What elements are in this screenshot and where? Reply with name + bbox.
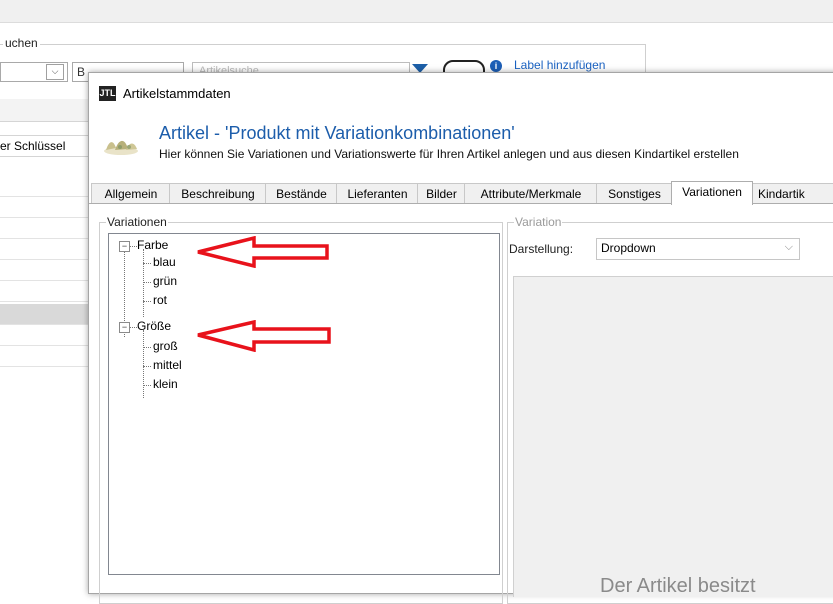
table-row[interactable] xyxy=(0,218,92,239)
add-label-link[interactable]: Label hinzufügen xyxy=(514,58,605,72)
darstellung-label: Darstellung: xyxy=(509,242,574,256)
column-header[interactable]: er Schlüssel xyxy=(0,135,92,157)
background-toolbar xyxy=(0,0,833,22)
dialog-title: Artikelstammdaten xyxy=(123,86,231,101)
search-mode-value: B xyxy=(77,65,86,79)
table-row[interactable] xyxy=(0,346,92,367)
tree-connector xyxy=(129,246,137,247)
tree-leaf-gruen[interactable]: grün xyxy=(153,274,177,288)
jtl-logo-icon: JTL xyxy=(99,86,116,101)
page-title: Artikel - 'Produkt mit Variationkombinat… xyxy=(159,123,515,143)
preview-message: Der Artikel besitzt xyxy=(600,575,756,597)
tab-sonstiges[interactable]: Sonstiges xyxy=(596,183,673,204)
tree-connector xyxy=(129,327,137,328)
dialog-header: Artikel - 'Produkt mit Variationkombinat… xyxy=(89,113,833,179)
divider xyxy=(0,22,833,23)
tree-leaf-klein[interactable]: klein xyxy=(153,377,178,391)
variation-tree[interactable]: − Farbe blau grün rot − Größe groß mitte… xyxy=(108,233,500,575)
background-list-toolbar xyxy=(0,99,92,122)
variation-group-title: Variation xyxy=(514,215,563,229)
table-row[interactable] xyxy=(0,281,92,302)
variationen-group: Variationen − Farbe blau grün rot − Größ… xyxy=(99,215,503,604)
annotation-arrow-icon xyxy=(197,236,329,268)
tree-connector xyxy=(143,385,151,386)
table-row[interactable] xyxy=(0,325,92,346)
dialog-titlebar[interactable]: JTL Artikelstammdaten xyxy=(89,73,833,113)
tree-connector xyxy=(143,366,151,367)
collapse-icon[interactable]: − xyxy=(119,322,130,333)
tree-node-groesse[interactable]: Größe xyxy=(137,319,171,333)
darstellung-value: Dropdown xyxy=(601,241,656,255)
tree-leaf-gross[interactable]: groß xyxy=(153,339,178,353)
tree-connector xyxy=(143,330,144,398)
tree-leaf-rot[interactable]: rot xyxy=(153,293,167,307)
table-row-selected[interactable] xyxy=(0,304,92,325)
darstellung-dropdown[interactable]: Dropdown ⌵ xyxy=(596,238,800,260)
table-row[interactable] xyxy=(0,176,92,197)
tree-connector xyxy=(143,249,144,317)
collapse-icon[interactable]: − xyxy=(119,241,130,252)
search-field-dropdown[interactable]: ⌵ xyxy=(0,62,68,82)
tab-bilder[interactable]: Bilder xyxy=(417,183,466,204)
column-header-label: er Schlüssel xyxy=(0,139,66,153)
tree-leaf-blau[interactable]: blau xyxy=(153,255,176,269)
variationen-group-title: Variationen xyxy=(106,215,168,229)
annotation-arrow-icon xyxy=(197,320,331,352)
table-row[interactable] xyxy=(0,239,92,260)
tab-variationen[interactable]: Variationen xyxy=(671,181,753,205)
tree-connector xyxy=(143,347,151,348)
variation-preview-panel: Der Artikel besitzt xyxy=(513,276,833,597)
tab-lieferanten[interactable]: Lieferanten xyxy=(336,183,419,204)
tab-attribute-merkmale[interactable]: Attribute/Merkmale xyxy=(464,183,598,204)
tab-kindartikel[interactable]: Kindartik xyxy=(751,183,833,203)
tab-allgemein[interactable]: Allgemein xyxy=(91,183,171,204)
chevron-down-icon[interactable]: ⌵ xyxy=(46,64,64,80)
tree-connector xyxy=(143,282,151,283)
tree-node-farbe[interactable]: Farbe xyxy=(137,238,168,252)
tab-bestaende[interactable]: Bestände xyxy=(265,183,338,204)
tab-beschreibung[interactable]: Beschreibung xyxy=(169,183,267,204)
table-row[interactable] xyxy=(0,197,92,218)
search-group-title: uchen xyxy=(3,36,40,50)
tab-bar: Allgemein Beschreibung Bestände Lieferan… xyxy=(89,181,833,205)
info-icon: i xyxy=(490,60,502,72)
table-row[interactable] xyxy=(0,260,92,281)
chevron-down-icon[interactable]: ⌵ xyxy=(785,241,793,254)
tree-connector xyxy=(143,301,151,302)
page-subtitle: Hier können Sie Variationen und Variatio… xyxy=(159,147,739,161)
tree-leaf-mittel[interactable]: mittel xyxy=(153,358,182,372)
article-image-icon xyxy=(104,140,138,155)
tree-connector xyxy=(143,263,151,264)
